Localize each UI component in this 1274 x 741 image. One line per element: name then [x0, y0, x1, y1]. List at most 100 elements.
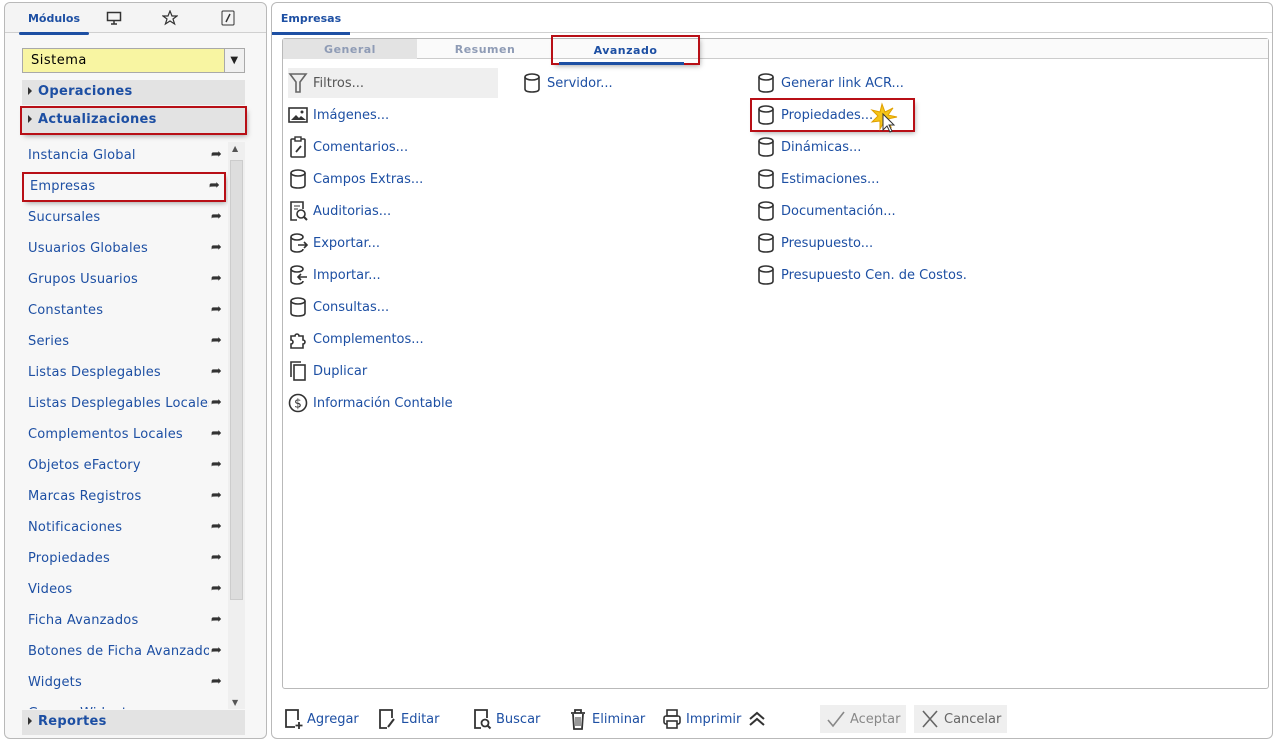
- print-button[interactable]: Imprimir: [662, 705, 741, 733]
- database-icon: [758, 265, 774, 285]
- action-imágenes[interactable]: Imágenes...: [288, 100, 389, 130]
- sidebar-item-ficha-avanzados[interactable]: Ficha Avanzados ➦: [22, 608, 226, 634]
- sidebar-item-series[interactable]: Series ➦: [22, 329, 226, 355]
- sidebar-item-label: Listas Desplegables Locales: [28, 396, 216, 411]
- sidebar-item-propiedades[interactable]: Propiedades ➦: [22, 546, 226, 572]
- share-arrow-icon[interactable]: ➦: [208, 364, 222, 379]
- share-arrow-icon[interactable]: ➦: [208, 395, 222, 410]
- action-generar-link-acr[interactable]: Generar link ACR...: [756, 68, 904, 98]
- sidebar-item-objetos-efactory[interactable]: Objetos eFactory ➦: [22, 453, 226, 479]
- sidebar-item-videos[interactable]: Videos ➦: [22, 577, 226, 603]
- database-icon: [758, 105, 774, 125]
- action-campos-extras[interactable]: Campos Extras...: [288, 164, 423, 194]
- section-actualizaciones[interactable]: Actualizaciones: [20, 106, 247, 135]
- module-select[interactable]: Sistema ▼: [22, 48, 245, 73]
- action-estimaciones[interactable]: Estimaciones...: [756, 164, 879, 194]
- share-arrow-icon[interactable]: ➦: [208, 519, 222, 534]
- action-propiedades[interactable]: Propiedades...: [749, 98, 916, 133]
- tab-avanzado[interactable]: Avanzado: [551, 35, 700, 65]
- tab-empresas[interactable]: Empresas: [272, 3, 350, 35]
- add-button[interactable]: Agregar: [283, 705, 359, 733]
- sidebar-item-label: Series: [28, 334, 70, 349]
- search-button[interactable]: Buscar: [472, 705, 540, 733]
- action-dinámicas[interactable]: Dinámicas...: [756, 132, 861, 162]
- tab-resumen[interactable]: Resumen: [417, 39, 553, 59]
- collapse-toolbar-button[interactable]: [747, 705, 771, 733]
- share-arrow-icon[interactable]: ➦: [208, 674, 222, 689]
- sidebar-item-constantes[interactable]: Constantes ➦: [22, 298, 226, 324]
- share-arrow-icon[interactable]: ➦: [206, 178, 220, 193]
- sidebar-item-label: Instancia Global: [28, 148, 136, 163]
- sidebar-item-listas-desplegables-locales[interactable]: Listas Desplegables Locales ➦: [22, 391, 226, 417]
- action-filtros[interactable]: Filtros...: [288, 68, 364, 98]
- action-documentación[interactable]: Documentación...: [756, 196, 896, 226]
- share-arrow-icon[interactable]: ➦: [208, 705, 222, 709]
- sidebar-item-label: Constantes: [28, 303, 104, 318]
- sidebar-item-usuarios-globales[interactable]: Usuarios Globales ➦: [22, 236, 226, 262]
- check-icon: [827, 711, 845, 728]
- share-arrow-icon[interactable]: ➦: [208, 457, 222, 472]
- filter-icon: [288, 73, 308, 93]
- scrollbar-thumb[interactable]: [230, 160, 243, 600]
- action-comentarios[interactable]: Comentarios...: [288, 132, 408, 162]
- action-servidor[interactable]: Servidor...: [522, 68, 613, 98]
- action-auditorias[interactable]: Auditorias...: [288, 196, 391, 226]
- action-duplicar[interactable]: Duplicar: [288, 356, 367, 386]
- action-presupuesto[interactable]: Presupuesto...: [756, 228, 873, 258]
- sidebar-item-grupos-usuarios[interactable]: Grupos Usuarios ➦: [22, 267, 226, 293]
- sidebar-item-botones-de-ficha-avanzados[interactable]: Botones de Ficha Avanzados ➦: [22, 639, 226, 665]
- accept-button[interactable]: Aceptar: [820, 705, 907, 733]
- tab-tools[interactable]: [203, 3, 253, 33]
- copy-icon: [290, 361, 306, 381]
- section-reportes[interactable]: Reportes: [22, 710, 245, 735]
- sidebar-item-listas-desplegables[interactable]: Listas Desplegables ➦: [22, 360, 226, 386]
- double-chevron-up-icon: [749, 711, 765, 726]
- share-arrow-icon[interactable]: ➦: [208, 488, 222, 503]
- sidebar-item-marcas-registros[interactable]: Marcas Registros ➦: [22, 484, 226, 510]
- action-label: Duplicar: [313, 363, 368, 379]
- edit-button[interactable]: Editar: [377, 705, 440, 733]
- chevron-down-icon[interactable]: ▼: [224, 49, 244, 72]
- tab-modulos[interactable]: Módulos: [19, 3, 89, 35]
- action-importar[interactable]: Importar...: [288, 260, 381, 290]
- share-arrow-icon[interactable]: ➦: [208, 271, 222, 286]
- share-arrow-icon[interactable]: ➦: [208, 550, 222, 565]
- share-arrow-icon[interactable]: ➦: [208, 240, 222, 255]
- sidebar-item-empresas[interactable]: Empresas ➦: [22, 172, 226, 202]
- share-arrow-icon[interactable]: ➦: [208, 302, 222, 317]
- sidebar-item-instancia-global[interactable]: Instancia Global ➦: [22, 143, 226, 169]
- share-arrow-icon[interactable]: ➦: [208, 147, 222, 162]
- tab-favorites[interactable]: [145, 3, 195, 33]
- share-arrow-icon[interactable]: ➦: [208, 643, 222, 658]
- list-scrollbar[interactable]: ▲ ▼: [228, 142, 245, 709]
- action-información-contable[interactable]: $ Información Contable: [288, 388, 453, 418]
- sidebar-item-complementos-locales[interactable]: Complementos Locales ➦: [22, 422, 226, 448]
- action-exportar[interactable]: Exportar...: [288, 228, 380, 258]
- sidebar-item-grupos-widgets[interactable]: Grupos Widgets ➦: [22, 701, 226, 709]
- share-arrow-icon[interactable]: ➦: [208, 209, 222, 224]
- share-arrow-icon[interactable]: ➦: [208, 333, 222, 348]
- database-icon: [758, 169, 774, 189]
- action-consultas[interactable]: Consultas...: [288, 292, 389, 322]
- scroll-down-icon[interactable]: ▼: [232, 698, 238, 707]
- share-arrow-icon[interactable]: ➦: [208, 581, 222, 596]
- scroll-up-icon[interactable]: ▲: [232, 144, 238, 153]
- sidebar-item-sucursales[interactable]: Sucursales ➦: [22, 205, 226, 231]
- action-complementos[interactable]: Complementos...: [288, 324, 424, 354]
- cancel-button[interactable]: Cancelar: [914, 705, 1008, 733]
- sidebar-item-widgets[interactable]: Widgets ➦: [22, 670, 226, 696]
- dollar-icon: $: [288, 393, 308, 413]
- tab-monitor[interactable]: [89, 3, 139, 33]
- audit-search-icon: [290, 201, 308, 221]
- section-operaciones[interactable]: Operaciones: [22, 80, 245, 105]
- tab-general[interactable]: General: [283, 39, 417, 59]
- share-arrow-icon[interactable]: ➦: [208, 426, 222, 441]
- sidebar-item-label: Marcas Registros: [28, 489, 142, 504]
- import-icon: [290, 265, 307, 285]
- share-arrow-icon[interactable]: ➦: [208, 612, 222, 627]
- printer-icon: [663, 709, 681, 729]
- delete-button[interactable]: Eliminar: [568, 705, 645, 733]
- sidebar-item-notificaciones[interactable]: Notificaciones ➦: [22, 515, 226, 541]
- section-label: Operaciones: [38, 84, 133, 99]
- action-presupuesto-cen-de-costos[interactable]: Presupuesto Cen. de Costos.: [756, 260, 967, 290]
